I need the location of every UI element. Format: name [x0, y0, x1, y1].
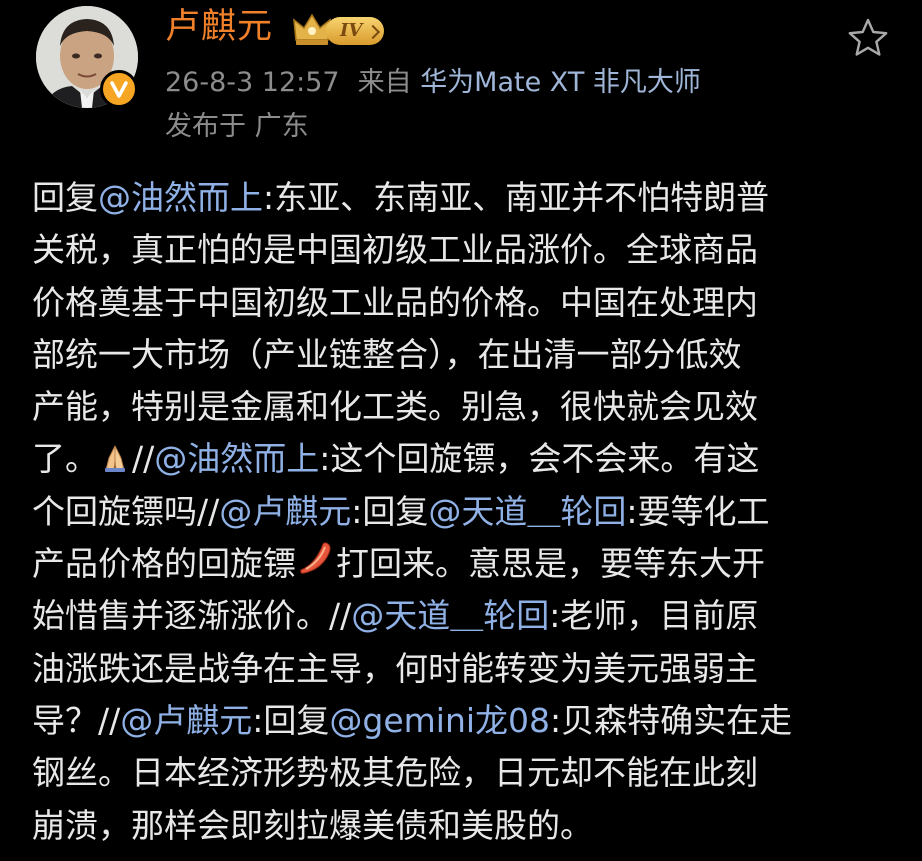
post-location: 发布于 广东 — [165, 111, 309, 142]
verified-v-icon — [100, 70, 138, 108]
post-text-line: 导？//@卢麒元:回复@gemini龙08:贝森特确实在走 — [32, 695, 892, 747]
post-text-line: 钢丝。日本经济形势极其危险，日元却不能在此刻 — [32, 747, 892, 799]
post-text-line: 油涨跌还是战争在主导，何时能转变为美元强弱主 — [32, 643, 892, 695]
post-text: 了。 — [32, 439, 98, 479]
device-link[interactable]: 华为Mate XT 非凡大师 — [420, 67, 701, 98]
level-badge[interactable]: IV — [326, 17, 384, 45]
mention-link[interactable]: @天道＿轮回 — [351, 596, 549, 635]
folded-hands-emoji — [98, 437, 132, 489]
username[interactable]: 卢麒元 — [165, 4, 273, 50]
post-timestamp: 26-8-3 12:57 — [165, 67, 340, 98]
post-text-line: 关税，真正怕的是中国初级工业品涨价。全球商品 — [32, 224, 892, 276]
post-text: :回复 — [252, 700, 330, 740]
post-text-line: 始惜售并逐渐涨价。//@天道＿轮回:老师，目前原 — [32, 590, 892, 642]
post-text: 钢丝。日本经济形势极其危险，日元却不能在此刻 — [32, 753, 758, 793]
post-text: :回复 — [351, 491, 429, 531]
post-text-line: 崩溃，那样会即刻拉爆美债和美股的。 — [32, 800, 892, 852]
post-text: 价格奠基于中国初级工业品的价格。中国在处理内 — [32, 282, 758, 322]
post-text: 产品价格的回旋镖 — [32, 544, 296, 584]
post-text: :东亚、东南亚、南亚并不怕特朗普 — [263, 178, 770, 217]
mention-link[interactable]: @天道＿轮回 — [428, 492, 626, 531]
boomerang-emoji — [296, 539, 336, 594]
post-text: 打回来。意思是，要等东大开 — [336, 544, 765, 584]
post-text: :贝森特确实在走 — [550, 700, 793, 740]
post-meta: 26-8-3 12:57 来自 华为Mate XT 非凡大师 — [165, 64, 701, 102]
post-text: 回复 — [32, 178, 98, 217]
post-text-line: 回复@油然而上:东亚、东南亚、南亚并不怕特朗普 — [32, 172, 892, 224]
source-prefix: 来自 — [357, 67, 412, 98]
star-icon[interactable] — [846, 16, 890, 60]
mention-link[interactable]: @油然而上 — [154, 439, 319, 478]
post-text: // — [132, 439, 155, 479]
post-text-line: 部统一大市场（产业链整合），在出清一部分低效 — [32, 329, 892, 381]
post-body: 回复@油然而上:东亚、东南亚、南亚并不怕特朗普 关税，真正怕的是中国初级工业品涨价… — [32, 172, 892, 852]
post-text: :老师，目前原 — [549, 596, 759, 636]
mention-link[interactable]: @gemini龙08 — [329, 701, 550, 740]
post-text-line: 价格奠基于中国初级工业品的价格。中国在处理内 — [32, 277, 892, 329]
mention-link[interactable]: @油然而上 — [98, 178, 263, 217]
mention-link[interactable]: @卢麒元 — [219, 492, 351, 531]
post-text: :要等化工 — [626, 491, 770, 531]
post-text: 关税，真正怕的是中国初级工业品涨价。全球商品 — [32, 230, 758, 270]
post-text: 部统一大市场（产业链整合），在出清一部分低效 — [32, 334, 742, 374]
post-text: 始惜售并逐渐涨价。// — [32, 596, 352, 636]
post-text-line: 产能，特别是金属和化工类。别急，很快就会见效 — [32, 381, 892, 433]
post-text-line: 了。 //@油然而上:这个回旋镖，会不会来。有这 — [32, 433, 892, 485]
post-text: 产能，特别是金属和化工类。别急，很快就会见效 — [32, 387, 758, 427]
post-text: 导？// — [32, 700, 121, 740]
post-header: 卢麒元 IV 26-8-3 12:57 来自 华为Mate XT 非凡大师 发布于… — [0, 0, 922, 160]
post-text: 油涨跌还是战争在主导，何时能转变为美元强弱主 — [32, 648, 758, 688]
post-text-line: 产品价格的回旋镖 打回来。意思是，要等东大开 — [32, 538, 892, 590]
post-text: 个回旋镖吗// — [32, 491, 220, 531]
post-text-line: 个回旋镖吗//@卢麒元:回复@天道＿轮回:要等化工 — [32, 486, 892, 538]
mention-link[interactable]: @卢麒元 — [120, 701, 252, 740]
post-text: :这个回旋镖，会不会来。有这 — [319, 439, 760, 479]
post-text: 崩溃，那样会即刻拉爆美债和美股的。 — [32, 805, 593, 845]
